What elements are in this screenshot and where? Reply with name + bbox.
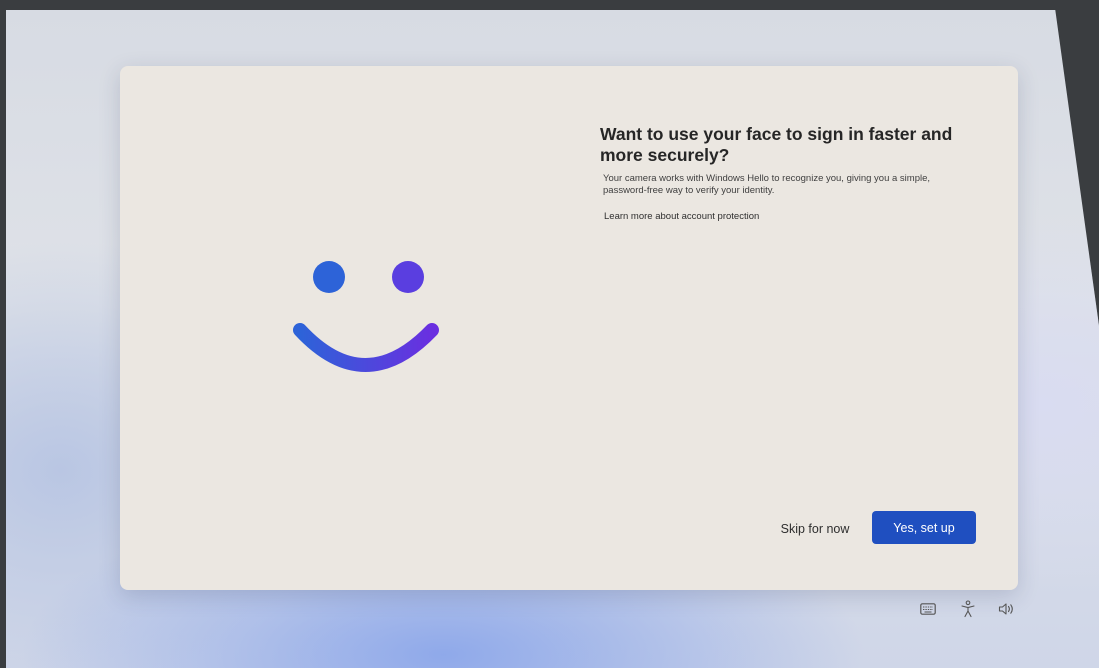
description-text: Your camera works with Windows Hello to … [603,173,931,196]
page-title: Want to use your face to sign in faster … [600,124,953,165]
accessibility-icon[interactable] [958,600,978,618]
left-eye [313,261,345,293]
right-eye [392,261,424,293]
windows-hello-smiley-icon [293,261,439,372]
accessibility-glyph [961,600,975,618]
keyboard-icon[interactable] [918,600,938,618]
smile-arc [293,323,439,372]
volume-glyph [998,603,1013,615]
yes-set-up-button[interactable]: Yes, set up [872,511,976,544]
volume-icon[interactable] [996,600,1018,618]
learn-more-link[interactable]: Learn more about account protection [604,211,759,223]
keyboard-glyph [920,603,936,615]
windows-hello-setup-dialog: Want to use your face to sign in faster … [120,66,1018,590]
skip-button[interactable]: Skip for now [770,514,860,544]
